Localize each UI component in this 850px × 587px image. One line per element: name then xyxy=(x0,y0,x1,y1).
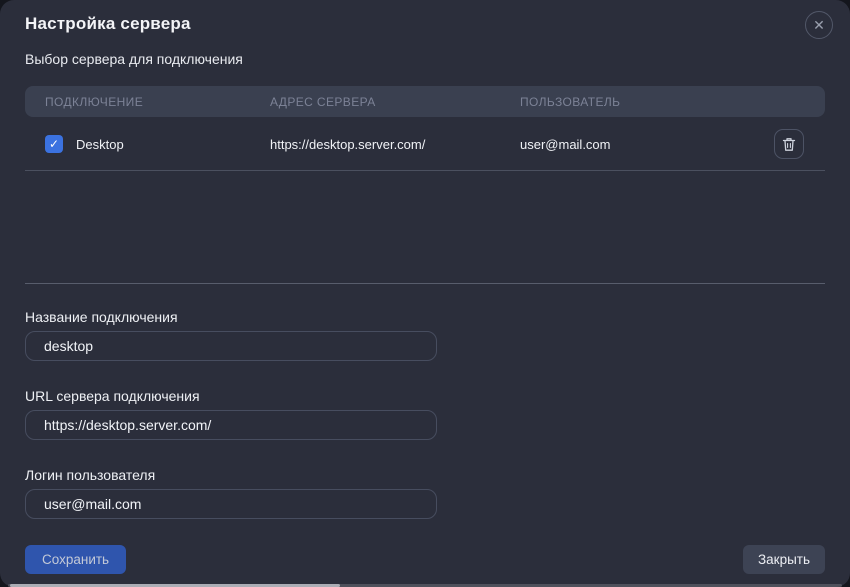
close-button[interactable]: Закрыть xyxy=(743,545,825,574)
section-divider xyxy=(25,283,825,284)
server-url-input[interactable] xyxy=(25,410,437,440)
column-header-connection: ПОДКЛЮЧЕНИЕ xyxy=(25,95,270,109)
close-dialog-button[interactable]: ✕ xyxy=(805,11,833,39)
trash-icon xyxy=(782,137,796,152)
column-header-user: ПОЛЬЗОВАТЕЛЬ xyxy=(520,95,825,109)
server-checkbox[interactable]: ✓ xyxy=(45,135,63,153)
dialog-subtitle: Выбор сервера для подключения xyxy=(25,51,243,67)
user-login-input[interactable] xyxy=(25,489,437,519)
connection-cell: ✓ Desktop xyxy=(25,135,270,153)
server-url-label: URL сервера подключения xyxy=(25,388,200,404)
column-header-address: АДРЕС СЕРВЕРА xyxy=(270,95,520,109)
checkmark-icon: ✓ xyxy=(49,137,59,151)
table-row: ✓ Desktop https://desktop.server.com/ us… xyxy=(25,118,825,170)
page-title: Настройка сервера xyxy=(25,14,191,34)
connection-name-input[interactable] xyxy=(25,331,437,361)
connection-name: Desktop xyxy=(76,137,124,152)
close-icon: ✕ xyxy=(813,18,825,32)
screen: Настройка сервера ✕ Выбор сервера для по… xyxy=(0,0,850,587)
delete-server-button[interactable] xyxy=(774,129,804,159)
server-settings-dialog: Настройка сервера ✕ Выбор сервера для по… xyxy=(0,0,850,587)
save-button[interactable]: Сохранить xyxy=(25,545,126,574)
connection-name-label: Название подключения xyxy=(25,309,178,325)
row-divider xyxy=(25,170,825,171)
server-table-header: ПОДКЛЮЧЕНИЕ АДРЕС СЕРВЕРА ПОЛЬЗОВАТЕЛЬ xyxy=(25,86,825,117)
server-address: https://desktop.server.com/ xyxy=(270,137,520,152)
user-login-label: Логин пользователя xyxy=(25,467,155,483)
